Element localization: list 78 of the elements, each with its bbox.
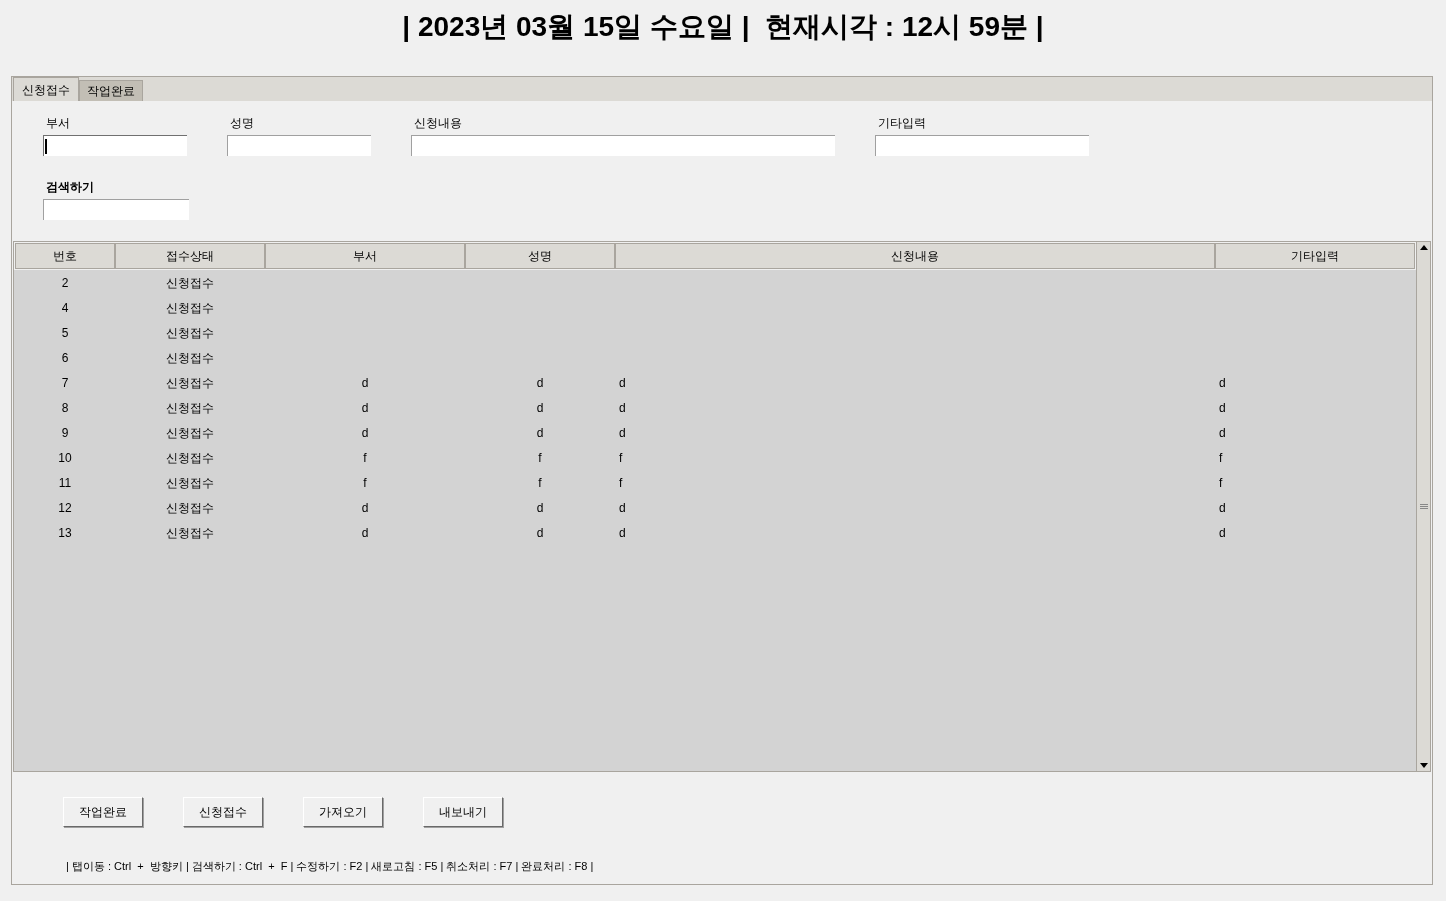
- action-button[interactable]: 가져오기: [303, 797, 383, 827]
- input-field[interactable]: [227, 135, 371, 156]
- table-cell-text: 신청접수: [166, 424, 214, 442]
- table-cell-text: 신청접수: [166, 324, 214, 342]
- table-cell-text: 신청접수: [166, 374, 214, 392]
- action-button[interactable]: 내보내기: [423, 797, 503, 827]
- table-cell-text: f: [619, 474, 623, 492]
- action-button[interactable]: 작업완료: [63, 797, 143, 827]
- field-label: 부서: [45, 115, 70, 132]
- field-label: 신청내용: [413, 115, 462, 132]
- table-cell-text: 12: [58, 499, 72, 517]
- action-button[interactable]: 신청접수: [183, 797, 263, 827]
- field-label: 기타입력: [877, 115, 926, 132]
- table-cell-text: f: [619, 449, 623, 467]
- table-cell-text: 신청접수: [166, 449, 214, 467]
- table-cell-text: d: [1219, 499, 1226, 517]
- table-cell-text: d: [619, 499, 626, 517]
- table-cell-text: d: [536, 424, 544, 442]
- column-header[interactable]: 부서: [265, 243, 465, 269]
- field-label: 성명: [229, 115, 254, 132]
- table-cell-text: 4: [61, 299, 69, 317]
- table-cell-text: 신청접수: [166, 274, 214, 292]
- tab[interactable]: 신청접수: [13, 77, 79, 101]
- input-field[interactable]: [411, 135, 835, 156]
- table-cell-text: d: [1219, 524, 1226, 542]
- input-field[interactable]: [43, 199, 189, 220]
- table-cell-text: d: [619, 424, 626, 442]
- table-cell-text: 6: [61, 349, 69, 367]
- column-header[interactable]: 성명: [465, 243, 615, 269]
- table-cell-text: 5: [61, 324, 69, 342]
- table-cell-text: 7: [61, 374, 69, 392]
- table-cell-text: d: [1219, 424, 1226, 442]
- table-cell-text: f: [538, 474, 542, 492]
- table-cell-text: 신청접수: [166, 349, 214, 367]
- table-cell-text: 신청접수: [166, 399, 214, 417]
- table-cell-text: d: [619, 374, 626, 392]
- table-cell-text: d: [536, 524, 544, 542]
- table-cell-text: 9: [61, 424, 69, 442]
- table-cell-text: 신청접수: [166, 499, 214, 517]
- table-cell-text: d: [361, 499, 369, 517]
- table-cell-text: d: [536, 499, 544, 517]
- table-cell-text: f: [363, 474, 367, 492]
- table-cell-text: d: [361, 399, 369, 417]
- shortcut-help-text: | 탭이동 : Ctrl + 방향키 | 검색하기 : Ctrl + F | 수정하기 : F2 | 새로고침 : F5 | 취소처리 : F7 | 완료처리 : F8 |: [66, 860, 594, 872]
- page-title: | 2023년 03월 15일 수요일 | 현재시각 : 12시 59분 |: [402, 10, 1044, 44]
- input-field[interactable]: [875, 135, 1089, 156]
- column-header[interactable]: 번호: [15, 243, 115, 269]
- table-cell-text: 10: [58, 449, 72, 467]
- table-cell-text: d: [536, 374, 544, 392]
- table-cell-text: 신청접수: [166, 299, 214, 317]
- column-header[interactable]: 접수상태: [115, 243, 265, 269]
- table-cell-text: 2: [61, 274, 69, 292]
- table-cell-text: 13: [58, 524, 72, 542]
- table-cell-text: d: [536, 399, 544, 417]
- scroll-down-icon[interactable]: [1419, 763, 1428, 768]
- table-cell-text: d: [619, 399, 626, 417]
- table-cell-text: 신청접수: [166, 524, 214, 542]
- table-cell-text: d: [361, 424, 369, 442]
- input-field[interactable]: [43, 135, 187, 156]
- table-cell-text: f: [1219, 474, 1223, 492]
- tab[interactable]: 작업완료: [79, 80, 143, 101]
- table-cell-text: d: [619, 524, 626, 542]
- scroll-up-icon[interactable]: [1419, 245, 1428, 250]
- table-cell-text: 8: [61, 399, 69, 417]
- field-label: 검색하기: [45, 179, 94, 196]
- scroll-grip-icon[interactable]: [1419, 503, 1428, 510]
- table-cell-text: 11: [58, 474, 72, 492]
- table-cell-text: d: [1219, 374, 1226, 392]
- column-header[interactable]: 신청내용: [615, 243, 1215, 269]
- table-cell-text: f: [538, 449, 542, 467]
- scrollbar[interactable]: [1416, 242, 1430, 771]
- table-cell-text: f: [1219, 449, 1223, 467]
- column-header[interactable]: 기타입력: [1215, 243, 1415, 269]
- table-cell-text: f: [363, 449, 367, 467]
- table-cell-text: d: [1219, 399, 1226, 417]
- table-cell-text: 신청접수: [166, 474, 214, 492]
- table-cell-text: d: [361, 374, 369, 392]
- table-cell-text: d: [361, 524, 369, 542]
